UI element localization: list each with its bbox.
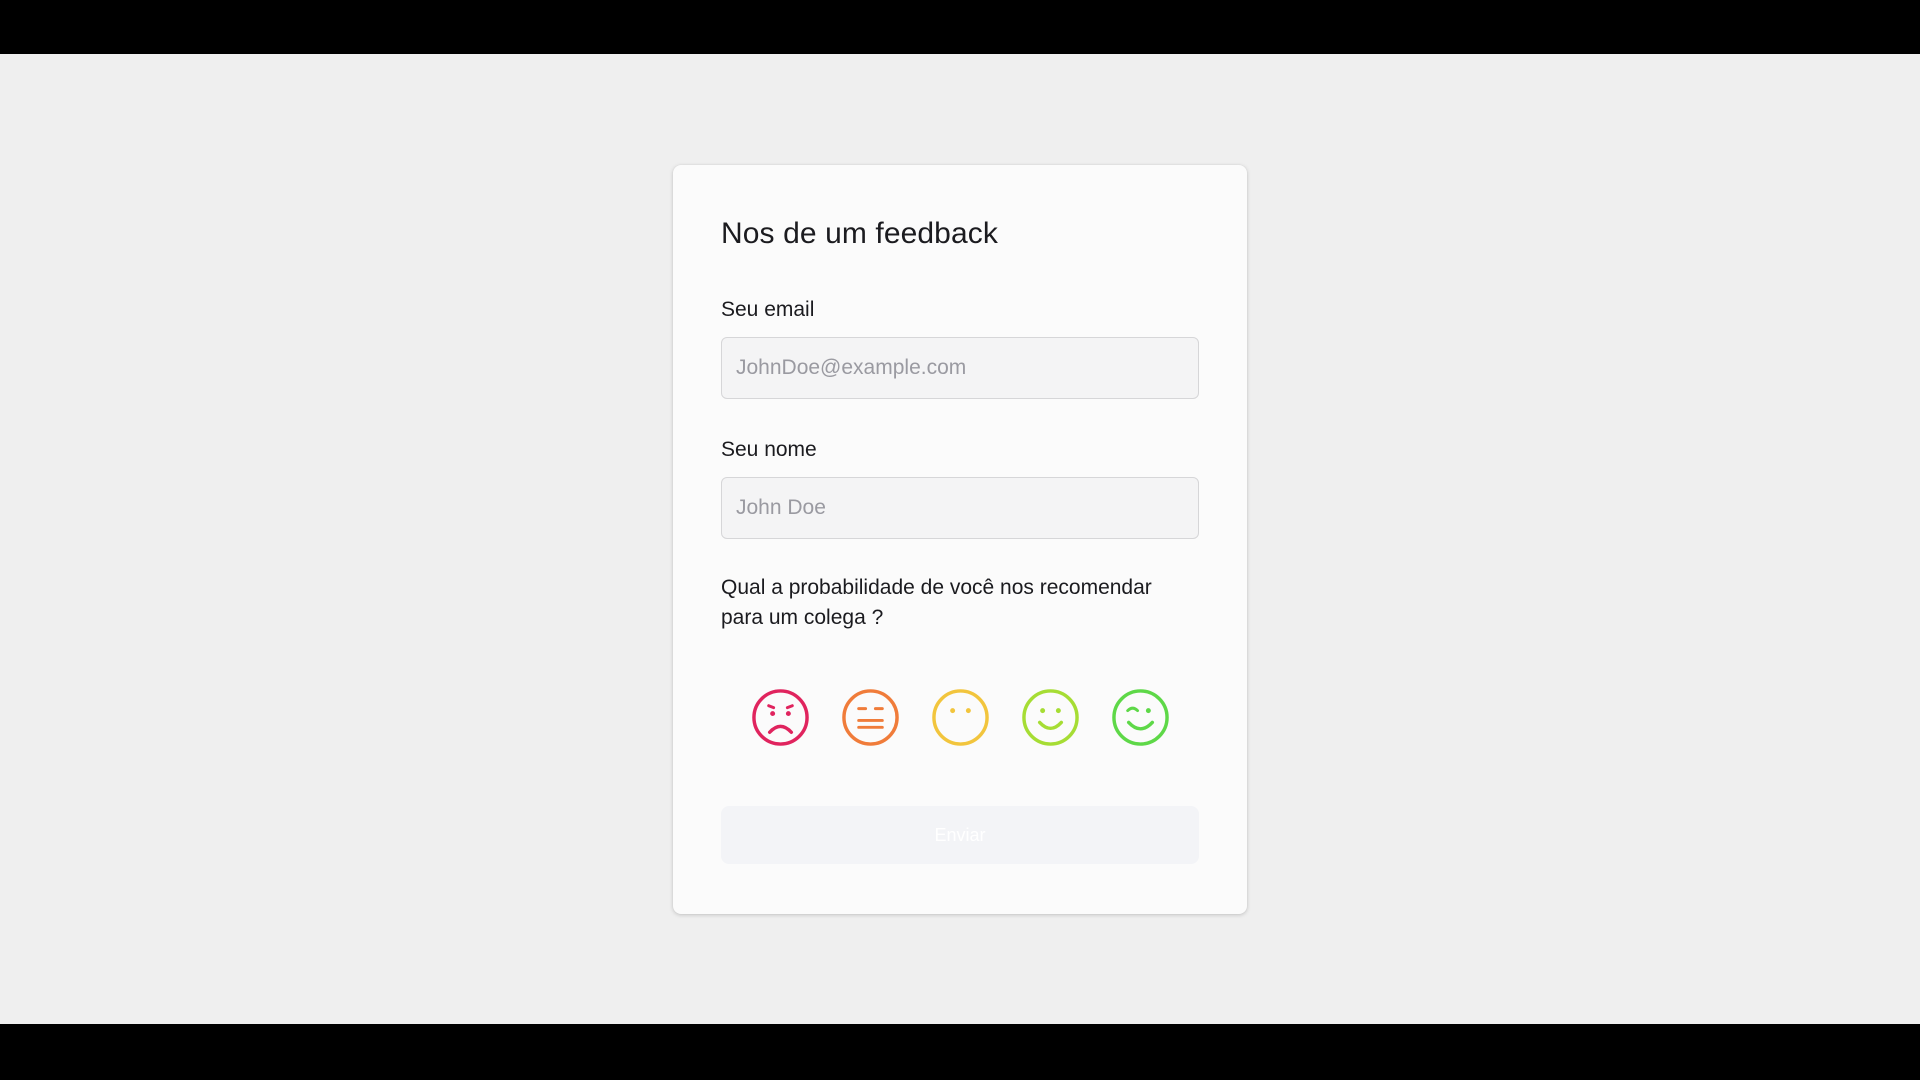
rating-ok-button[interactable] (931, 688, 990, 747)
form-title: Nos de um feedback (721, 217, 998, 250)
rating-very-happy-button[interactable] (1111, 688, 1170, 747)
rating-options (751, 688, 1170, 747)
submit-button[interactable]: Enviar (721, 806, 1199, 864)
feedback-card: Nos de um feedback Seu email Seu nome Qu… (673, 165, 1247, 914)
wink-face-icon (1112, 689, 1169, 746)
recommendation-question: Qual a probabilidade de você nos recomen… (721, 576, 1152, 629)
rating-very-sad-button[interactable] (751, 688, 810, 747)
email-label: Seu email (721, 298, 815, 321)
very-sad-face-icon (752, 689, 809, 746)
name-field[interactable] (721, 477, 1199, 539)
page-background: Nos de um feedback Seu email Seu nome Qu… (0, 54, 1920, 1024)
name-label: Seu nome (721, 438, 817, 461)
slight-face-icon (932, 689, 989, 746)
smile-face-icon (1022, 689, 1079, 746)
neutral-face-icon (842, 689, 899, 746)
rating-neutral-button[interactable] (841, 688, 900, 747)
rating-happy-button[interactable] (1021, 688, 1080, 747)
email-field[interactable] (721, 337, 1199, 399)
